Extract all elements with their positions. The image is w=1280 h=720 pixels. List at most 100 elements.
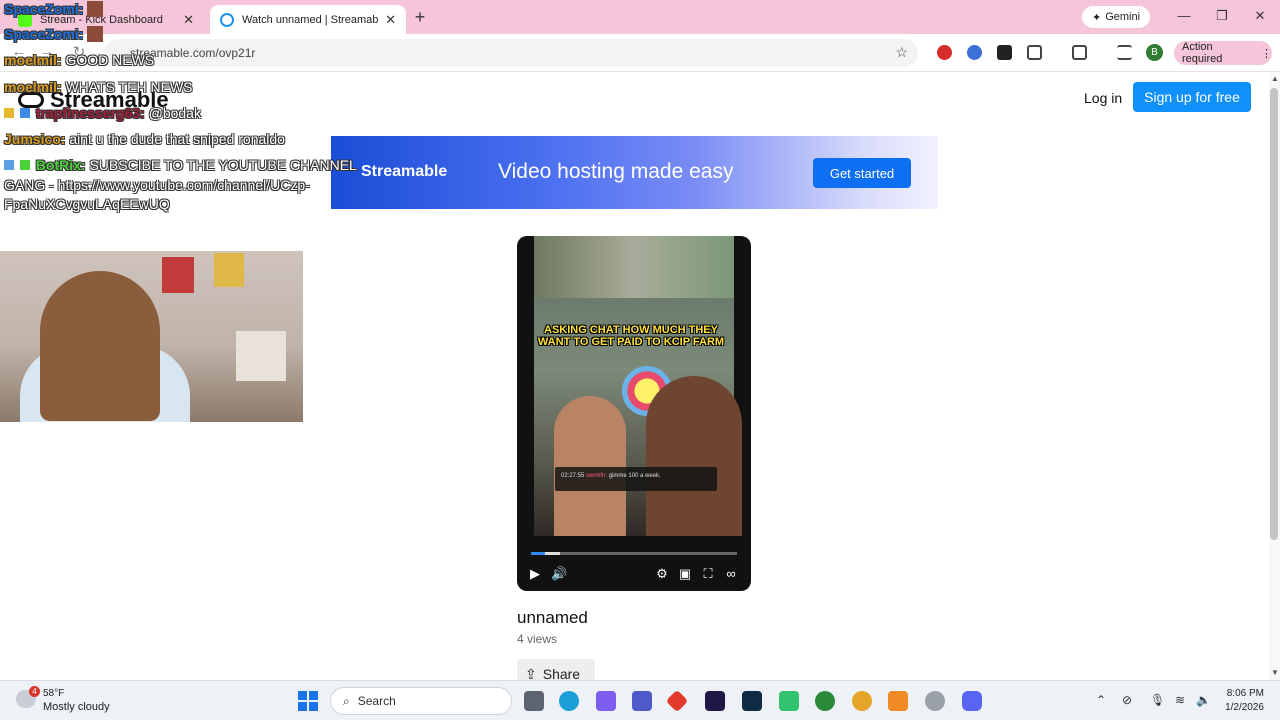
video-frame[interactable]: [534, 236, 742, 536]
profile-avatar[interactable]: B: [1146, 44, 1163, 61]
close-window-icon[interactable]: ✕: [1252, 8, 1268, 24]
microphone-icon[interactable]: 🎙: [1150, 693, 1165, 707]
promo-banner[interactable]: Streamable Video hosting made easy Get s…: [331, 136, 938, 209]
clock-time[interactable]: 8:06 PM: [1222, 688, 1264, 699]
browser-tab-bar: Stream - Kick Dashboard ✕ Watch unnamed …: [0, 0, 1280, 34]
chat-username: Jumsico:: [4, 131, 66, 147]
fullscreen-icon[interactable]: ⛶: [700, 566, 716, 582]
webcam-chair: [236, 331, 286, 381]
edge-icon[interactable]: [559, 691, 579, 711]
chat-message: moelmil: WHATS TEH NEWS: [4, 78, 193, 96]
extension-dark-icon[interactable]: [997, 45, 1012, 60]
new-tab-button[interactable]: +: [410, 7, 430, 28]
media-control-icon[interactable]: [1117, 45, 1132, 60]
signup-button[interactable]: Sign up for free: [1133, 82, 1251, 112]
vlc-icon[interactable]: [888, 691, 908, 711]
chat-message: Jumsico: aint u the dude that sniped ron…: [4, 130, 285, 148]
red-app-icon[interactable]: [665, 689, 689, 713]
photoshop-icon[interactable]: [742, 691, 762, 711]
emote-icon: [87, 26, 104, 42]
weather-badge: 4: [29, 686, 40, 697]
video-title: unnamed: [517, 608, 588, 627]
scrollbar-thumb[interactable]: [1270, 88, 1278, 540]
tray-overflow-icon[interactable]: ⌃: [1096, 693, 1106, 707]
gemini-button[interactable]: ✦ Gemini: [1082, 6, 1150, 28]
video-person: [646, 376, 742, 536]
premiere-icon[interactable]: [705, 691, 725, 711]
login-link[interactable]: Log in: [1084, 90, 1122, 106]
gem-badge-icon: [19, 108, 30, 118]
video-progress-fill: [531, 552, 546, 555]
scroll-down-icon[interactable]: ▼: [1271, 668, 1279, 677]
chrome-icon[interactable]: [852, 691, 872, 711]
weather-description[interactable]: Mostly cloudy: [43, 701, 110, 713]
crown-badge-icon: [4, 108, 14, 118]
weather-temperature[interactable]: 58°F: [43, 688, 64, 699]
video-buffered: [545, 552, 560, 555]
windows-start-icon[interactable]: [298, 691, 318, 711]
emote-icon: [87, 1, 104, 17]
chrome-profile-icon[interactable]: [815, 691, 835, 711]
share-button[interactable]: ⇪ Share: [517, 659, 595, 680]
taskbar-search[interactable]: ⌕ Search: [330, 687, 512, 715]
video-chat-strip: 02:27:55 swrmfn: gimme 100 a week.: [555, 467, 717, 491]
task-view-icon[interactable]: [524, 691, 544, 711]
notifications-off-icon[interactable]: ⊘: [1122, 693, 1132, 707]
chat-username: moelmil:: [4, 79, 62, 95]
streamable-favicon-icon: [220, 12, 234, 27]
game-app-icon[interactable]: [779, 691, 799, 711]
action-required-button[interactable]: Action required ⋮: [1174, 41, 1272, 65]
get-started-button[interactable]: Get started: [813, 158, 911, 188]
scroll-up-icon[interactable]: ▲: [1271, 74, 1279, 83]
obs-icon[interactable]: [925, 691, 945, 711]
gemini-label: Gemini: [1105, 11, 1141, 23]
picture-in-picture-icon[interactable]: ▣: [677, 566, 693, 582]
chat-username: moelmil:: [4, 52, 62, 68]
address-bar[interactable]: streamable.com/ovp21r ☆: [104, 39, 918, 67]
video-player[interactable]: ASKING CHAT HOW MUCH THEY WANT TO GET PA…: [517, 236, 751, 591]
webcam-poster: [162, 257, 194, 293]
video-person: [554, 396, 626, 536]
chat-strip-user: swrmfn:: [586, 473, 608, 479]
video-progress-bar[interactable]: [531, 552, 737, 555]
browser-toolbar: ← → ↻ streamable.com/ovp21r ☆ B Action r…: [0, 34, 1280, 72]
clock-date[interactable]: 1/2/2026: [1222, 702, 1264, 713]
play-icon[interactable]: ▶: [527, 566, 543, 582]
chat-text: WHATS TEH NEWS: [65, 79, 193, 95]
close-tab-icon[interactable]: ✕: [183, 12, 194, 28]
teams-icon[interactable]: [632, 691, 652, 711]
tab-search-icon[interactable]: [1072, 45, 1087, 60]
windows-taskbar: 4 58°F Mostly cloudy ⌕ Search ⌃ ⊘ 🎙 ≋ 🔈 …: [0, 680, 1280, 720]
video-frame-top: [534, 236, 734, 298]
chat-text: SUBSCIBE TO THE YOUTUBE CHANNEL: [89, 157, 357, 173]
volume-tray-icon[interactable]: 🔈: [1196, 693, 1211, 707]
webcam-poster: [214, 253, 244, 287]
bookmark-star-icon[interactable]: ☆: [895, 44, 908, 61]
video-caption: ASKING CHAT HOW MUCH THEY WANT TO GET PA…: [537, 324, 725, 348]
restore-icon[interactable]: ❐: [1214, 8, 1230, 24]
search-placeholder: Search: [357, 694, 396, 708]
wifi-icon[interactable]: ≋: [1175, 693, 1185, 707]
chat-text: GANG - https://www.youtube.com/channel/U…: [4, 177, 310, 193]
extension-red-icon[interactable]: [937, 45, 952, 60]
settings-gear-icon[interactable]: ⚙: [654, 566, 670, 582]
discord-icon[interactable]: [962, 691, 982, 711]
tab-streamable[interactable]: Watch unnamed | Streamable ✕: [210, 5, 406, 34]
search-icon: ⌕: [343, 693, 350, 708]
close-tab-icon[interactable]: ✕: [385, 12, 396, 28]
chat-username: trapfinesserg63:: [35, 105, 145, 121]
volume-icon[interactable]: 🔊: [551, 566, 567, 582]
chat-message: BotRix: SUBSCIBE TO THE YOUTUBE CHANNEL: [4, 156, 357, 174]
chat-text: FpaNuXCvgvuLAqEEwUQ: [4, 196, 170, 212]
minimize-icon[interactable]: —: [1176, 8, 1192, 23]
chat-message: SpaceZomi:: [4, 0, 104, 18]
extensions-puzzle-icon[interactable]: [1027, 45, 1042, 60]
webcam-overlay: [0, 251, 303, 422]
chat-username: SpaceZomi:: [4, 26, 84, 42]
copilot-icon[interactable]: [596, 691, 616, 711]
more-menu-icon[interactable]: ⋮: [1261, 47, 1272, 60]
extension-blue-icon[interactable]: [967, 45, 982, 60]
streamable-watermark-icon[interactable]: ∞: [723, 566, 739, 581]
chat-message-continuation: FpaNuXCvgvuLAqEEwUQ: [4, 195, 170, 213]
chat-strip-time: 02:27:55: [561, 473, 585, 479]
